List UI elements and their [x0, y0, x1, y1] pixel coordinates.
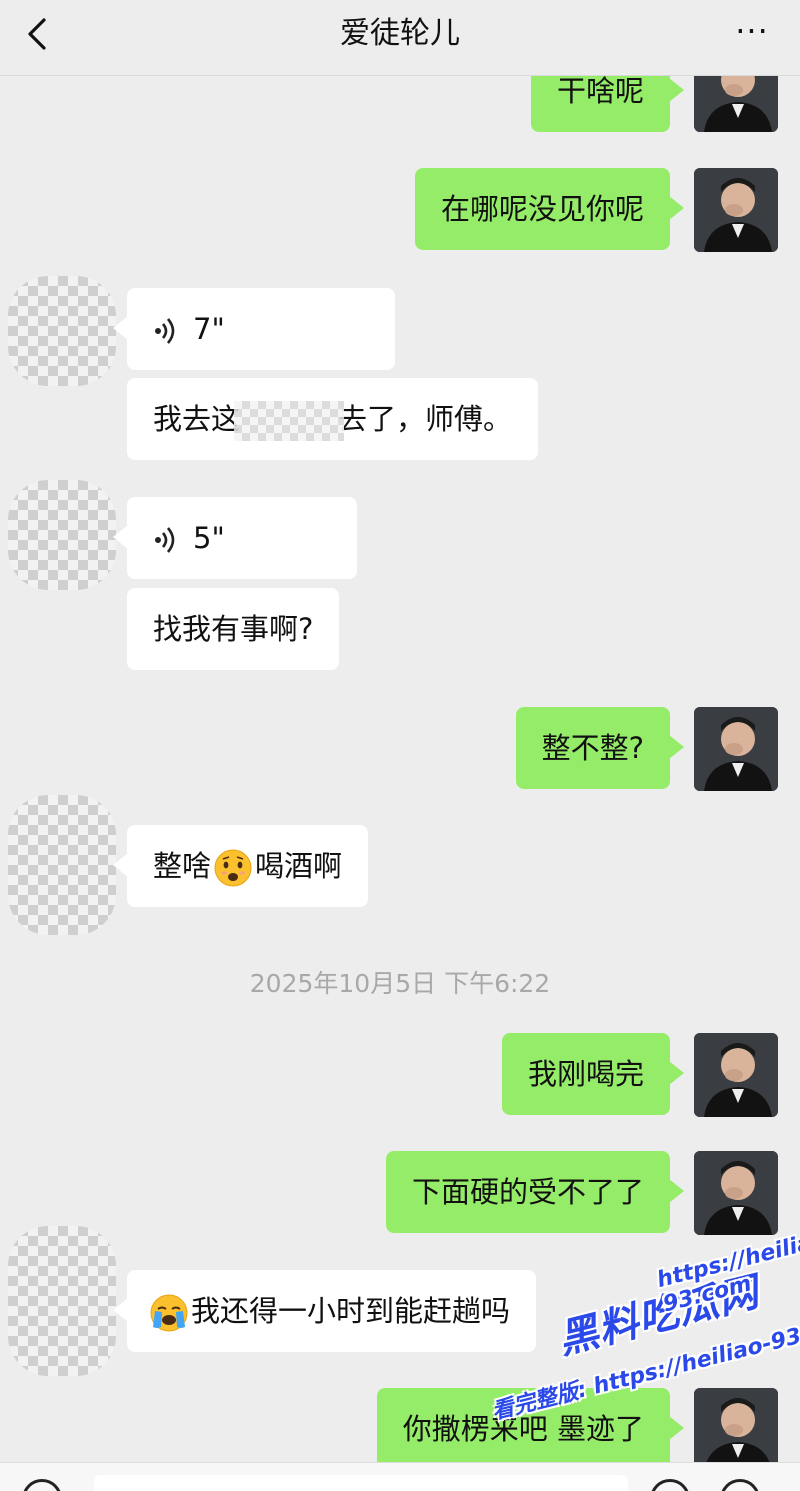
my-avatar[interactable]	[694, 707, 778, 791]
message-bubble[interactable]: 我刚喝完	[501, 1033, 685, 1115]
input-bar	[0, 1462, 800, 1491]
voice-message-bubble[interactable]: 5"	[113, 497, 357, 579]
contact-avatar-blurred[interactable]	[8, 1226, 116, 1376]
contact-avatar-blurred[interactable]	[8, 795, 116, 935]
message-bubble[interactable]: 在哪呢没见你呢	[414, 168, 685, 250]
contact-avatar-blurred[interactable]	[8, 480, 116, 590]
chat-header: 爱徒轮儿 ···	[0, 0, 800, 76]
voice-wave-icon	[155, 527, 175, 553]
voice-input-button[interactable]	[22, 1479, 62, 1491]
emoji-button[interactable]	[650, 1479, 690, 1491]
more-icon: ···	[735, 12, 769, 50]
loudly-crying-face-emoji-icon	[150, 1294, 188, 1332]
anxious-face-emoji-icon	[214, 849, 252, 887]
voice-message-bubble[interactable]: 7"	[113, 288, 395, 370]
voice-duration: 5"	[193, 521, 225, 555]
message-bubble[interactable]: 整啥 喝酒啊	[112, 825, 369, 907]
message-timestamp: 2025年10月5日 下午6:22	[249, 969, 551, 998]
chat-title: 爱徒轮儿	[340, 16, 460, 51]
person-avatar-icon	[694, 1033, 778, 1117]
more-options-button[interactable]: ···	[732, 14, 772, 54]
contact-avatar-blurred[interactable]	[8, 276, 116, 386]
voice-wave-icon	[155, 318, 175, 344]
message-bubble[interactable]: 下面硬的受不了了	[385, 1151, 685, 1233]
my-avatar[interactable]	[694, 168, 778, 252]
message-input[interactable]	[94, 1475, 628, 1491]
my-avatar[interactable]	[694, 1033, 778, 1117]
message-bubble[interactable]: 整不整?	[515, 707, 685, 789]
message-bubble[interactable]: 找我有事啊?	[127, 588, 340, 670]
person-avatar-icon	[694, 707, 778, 791]
message-bubble[interactable]: 我去这 去了，师傅。	[127, 378, 539, 460]
redacted-mosaic	[234, 401, 345, 441]
voice-duration: 7"	[193, 312, 225, 346]
person-avatar-icon	[694, 168, 778, 252]
more-actions-button[interactable]	[720, 1479, 760, 1491]
